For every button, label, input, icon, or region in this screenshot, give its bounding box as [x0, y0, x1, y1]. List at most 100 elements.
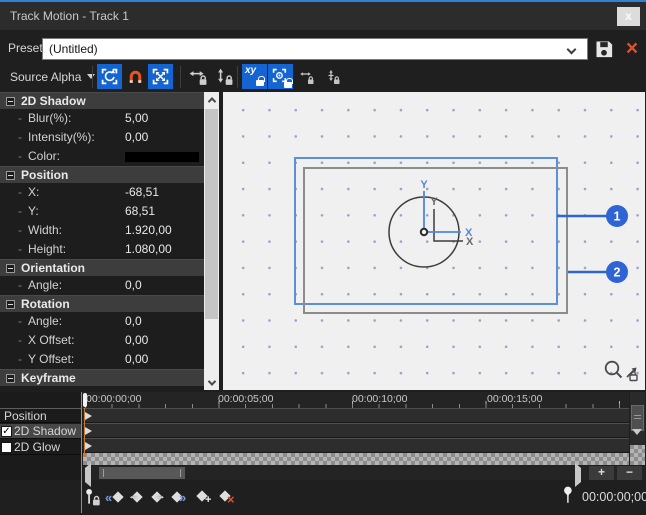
preset-combobox[interactable]: (Untitled) [42, 38, 588, 60]
track-label-position[interactable]: Position [0, 408, 81, 423]
source-alpha-dropdown[interactable]: Source Alpha [6, 64, 99, 89]
timeline-overview-strip[interactable] [83, 453, 629, 465]
chevron-up-icon [207, 97, 215, 105]
inner-y-axis-label: Y [430, 196, 438, 208]
motion-toolbar: Source Alpha [0, 62, 646, 92]
collapse-icon[interactable] [6, 97, 15, 106]
enable-rotation-button[interactable] [97, 64, 122, 89]
cursor-pin-icon [562, 486, 576, 508]
collapse-icon[interactable] [6, 171, 15, 180]
checkbox-2d-glow[interactable] [1, 442, 12, 453]
titlebar[interactable]: Track Motion - Track 1 x [0, 2, 646, 30]
checkbox-2d-shadow[interactable]: ✓ [1, 426, 12, 437]
property-row-y-offset[interactable]: Y Offset: 0,00 [0, 350, 204, 369]
property-row-blur[interactable]: Blur(%): 5,00 [0, 109, 204, 128]
scale-about-center-button[interactable] [268, 64, 293, 89]
callout-1-number: 1 [614, 210, 621, 224]
first-keyframe-button[interactable]: « [106, 488, 125, 507]
scrollbar-thumb[interactable] [631, 405, 644, 431]
keyframe-diamond-icon [112, 491, 123, 502]
callout-2: 2 [568, 261, 628, 283]
scroll-down-button[interactable] [632, 435, 642, 449]
zoom-tool-icon[interactable] [606, 362, 622, 378]
property-row-intensity[interactable]: Intensity(%): 0,00 [0, 128, 204, 147]
edit-cursor-handle[interactable] [83, 393, 87, 407]
property-row-height[interactable]: Height: 1.080,00 [0, 240, 204, 259]
keyframe-row-position[interactable] [83, 408, 629, 423]
time-ruler[interactable]: 00:00:00;00 00:00:05;00 00:00:10;00 00:0… [83, 392, 629, 408]
keyframe-row-2d-glow[interactable] [83, 438, 629, 453]
keyframe-row-2d-shadow[interactable] [83, 423, 629, 438]
property-row-width[interactable]: Width: 1.920,00 [0, 221, 204, 240]
scroll-down-button[interactable] [204, 375, 219, 390]
track-label-2d-shadow[interactable]: ✓ 2D Shadow [0, 424, 81, 439]
collapse-icon[interactable] [6, 300, 15, 309]
track-label-2d-glow[interactable]: 2D Glow [0, 440, 81, 455]
color-swatch[interactable] [125, 152, 199, 162]
rotate-icon [101, 68, 118, 85]
pin-lock-icon [84, 488, 102, 507]
prevent-horizontal-movement-button[interactable] [296, 64, 318, 89]
sync-cursor-button[interactable] [84, 488, 103, 507]
section-header-position[interactable]: Position [0, 166, 204, 183]
zoom-in-button[interactable]: + [589, 466, 614, 480]
horizontal-arrow-lock-icon [189, 68, 207, 86]
lock-width-button[interactable] [185, 64, 210, 89]
save-preset-button[interactable] [594, 39, 616, 60]
last-keyframe-button[interactable]: » [170, 488, 189, 507]
lock-height-button[interactable] [211, 64, 236, 89]
scroll-right-button[interactable] [575, 468, 581, 482]
toolbar-separator [92, 66, 93, 88]
keyframe-marker-icon[interactable] [85, 442, 92, 450]
section-header-keyframe[interactable]: Keyframe [0, 369, 204, 386]
timeline-track-labels: Position ✓ 2D Shadow 2D Glow [0, 392, 81, 480]
scrollbar-thumb[interactable] [99, 467, 185, 479]
previous-keyframe-button[interactable]: ← [128, 488, 147, 507]
callout-2-number: 2 [614, 266, 621, 280]
cursor-time-display[interactable]: 00:00:00;00 [582, 488, 646, 506]
motion-canvas[interactable]: Y X Y X 1 2 [223, 92, 645, 390]
lock-aspect-ratio-button[interactable]: xy [242, 64, 267, 89]
scrollbar-thumb[interactable] [205, 109, 218, 319]
prevent-vertical-movement-button[interactable] [322, 64, 344, 89]
section-header-rotation[interactable]: Rotation [0, 295, 204, 312]
edit-in-sync-button[interactable] [148, 64, 173, 89]
enable-snapping-button[interactable] [123, 64, 148, 89]
keyframe-timeline: 00:00:00;00 00:00:05;00 00:00:10;00 00:0… [83, 392, 629, 465]
insert-keyframe-button[interactable]: + [194, 488, 213, 507]
scroll-left-button[interactable] [85, 468, 91, 482]
zoom-out-button[interactable]: − [617, 466, 642, 480]
property-row-color[interactable]: Color: [0, 147, 204, 166]
timeline-horizontal-scrollbar[interactable]: + − [83, 466, 645, 480]
delete-keyframe-button[interactable]: × [217, 488, 236, 507]
property-row-x-offset[interactable]: X Offset: 0,00 [0, 331, 204, 350]
property-row-x[interactable]: X: -68,51 [0, 183, 204, 202]
outer-x-axis-label: X [465, 227, 473, 239]
collapse-icon[interactable] [6, 264, 15, 273]
triangle-down-icon [632, 429, 642, 449]
track-motion-dialog: Track Motion - Track 1 x Preset: (Untitl… [0, 0, 646, 515]
vertical-arrow-lock-icon [215, 68, 233, 86]
center-point-handle[interactable] [421, 229, 427, 235]
properties-scrollbar[interactable] [204, 92, 219, 390]
next-keyframe-button[interactable]: → [149, 488, 168, 507]
close-button[interactable]: x [617, 7, 640, 26]
delete-preset-button[interactable]: × [620, 37, 644, 61]
timeline-vertical-scrollbar[interactable] [630, 392, 645, 445]
keyframe-marker-icon[interactable] [85, 427, 92, 435]
property-row-y[interactable]: Y: 68,51 [0, 202, 204, 221]
property-row-rotation-angle[interactable]: Angle: 0,0 [0, 312, 204, 331]
scroll-up-button[interactable] [204, 92, 219, 107]
inner-axes: Y X [430, 196, 474, 248]
magnet-icon [127, 68, 144, 85]
delete-x-icon: × [227, 492, 235, 507]
section-header-2d-shadow[interactable]: 2D Shadow [0, 92, 204, 109]
property-row-orientation-angle[interactable]: Angle: 0,0 [0, 276, 204, 295]
link-lock-icon[interactable] [627, 368, 637, 381]
scale-arrows-icon [152, 68, 169, 85]
keyframe-marker-icon[interactable] [85, 412, 92, 420]
chevron-down-icon [207, 377, 215, 385]
collapse-icon[interactable] [6, 374, 15, 383]
small-horizontal-lock-icon [299, 69, 315, 85]
section-header-orientation[interactable]: Orientation [0, 259, 204, 276]
